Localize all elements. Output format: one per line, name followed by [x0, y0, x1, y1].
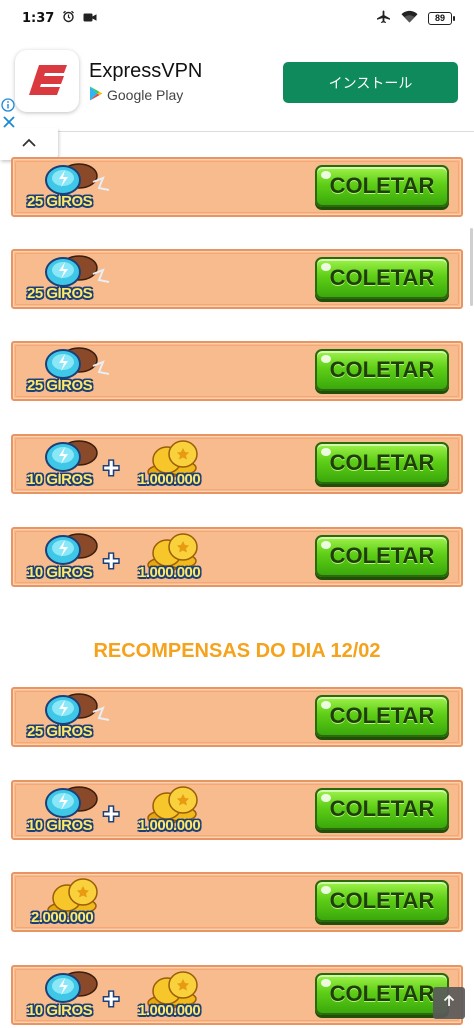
arrow-up-icon: [442, 994, 456, 1013]
reward-row: + 10 GIROS 1.000.000 COLETAR: [11, 965, 463, 1025]
ad-info-icon[interactable]: [1, 98, 15, 112]
plus-icon: +: [103, 452, 120, 483]
collect-button[interactable]: COLETAR: [315, 257, 449, 299]
reward-icons: 25 GIROS: [23, 689, 233, 745]
alarm-icon: [62, 10, 75, 26]
spins-amount: 10 GIROS: [27, 817, 93, 834]
collect-button[interactable]: COLETAR: [315, 442, 449, 484]
collect-button[interactable]: COLETAR: [315, 695, 449, 737]
reward-icons: + 10 GIROS 1.000.000: [23, 967, 233, 1023]
section-heading: RECOMPENSAS DO DIA 12/02: [93, 640, 381, 662]
ad-store: Google Play: [89, 86, 183, 104]
collect-button[interactable]: COLETAR: [315, 165, 449, 207]
reward-row: 25 GIROS COLETAR: [11, 249, 463, 309]
reward-icons: 25 GIROS: [23, 159, 233, 215]
reward-icons: 2.000.000: [23, 874, 233, 930]
scroll-to-top-button[interactable]: [433, 987, 465, 1019]
status-bar: 1:37 89: [0, 0, 474, 36]
ad-collapse-button[interactable]: [0, 128, 58, 160]
ad-banner[interactable]: ExpressVPN Google Play インストール: [0, 38, 474, 130]
status-left: 1:37: [22, 10, 97, 26]
reward-icons: 25 GIROS: [23, 343, 233, 399]
reward-row: 25 GIROS COLETAR: [11, 341, 463, 401]
expressvpn-logo-icon[interactable]: [15, 50, 79, 112]
reward-icons: 25 GIROS: [23, 251, 233, 307]
ad-close-icon[interactable]: [2, 115, 16, 129]
reward-row: 25 GIROS COLETAR: [11, 687, 463, 747]
coins-amount: 1.000.000: [138, 1002, 201, 1019]
google-play-icon: [89, 86, 103, 104]
coins-amount: 1.000.000: [138, 817, 201, 834]
status-right: 89: [376, 10, 455, 26]
collect-button[interactable]: COLETAR: [315, 788, 449, 830]
plus-icon: +: [103, 545, 120, 576]
video-record-icon: [83, 10, 97, 26]
spins-amount: 10 GIROS: [27, 1002, 93, 1019]
ad-install-button[interactable]: インストール: [283, 62, 458, 103]
spins-amount: 10 GIROS: [27, 564, 93, 581]
reward-row: + 10 GIROS 1.000.000 COLETAR: [11, 434, 463, 494]
app-root: 1:37 89 ExpressVPN Google Play インストール 25…: [0, 0, 474, 1028]
reward-icons: + 10 GIROS 1.000.000: [23, 436, 233, 492]
spins-amount: 25 GIROS: [27, 723, 93, 740]
collect-button[interactable]: COLETAR: [315, 973, 449, 1015]
reward-row: 2.000.000 COLETAR: [11, 872, 463, 932]
collect-button[interactable]: COLETAR: [315, 880, 449, 922]
battery-icon: 89: [428, 11, 455, 25]
coins-amount: 1.000.000: [138, 471, 201, 488]
reward-icons: + 10 GIROS 1.000.000: [23, 782, 233, 838]
airplane-mode-icon: [376, 10, 391, 26]
collect-button[interactable]: COLETAR: [315, 349, 449, 391]
spins-amount: 25 GIROS: [27, 193, 93, 210]
plus-icon: +: [103, 798, 120, 829]
coins-amount: 2.000.000: [31, 909, 94, 926]
reward-row: + 10 GIROS 1.000.000 COLETAR: [11, 527, 463, 587]
reward-row: 25 GIROS COLETAR: [11, 157, 463, 217]
spins-amount: 25 GIROS: [27, 377, 93, 394]
ad-store-name: Google Play: [107, 87, 184, 103]
scrollbar[interactable]: [470, 228, 473, 306]
status-time: 1:37: [22, 10, 55, 26]
spins-amount: 25 GIROS: [27, 285, 93, 302]
collect-button[interactable]: COLETAR: [315, 535, 449, 577]
reward-row: + 10 GIROS 1.000.000 COLETAR: [11, 780, 463, 840]
chevron-up-icon: [21, 135, 37, 153]
ad-app-name[interactable]: ExpressVPN: [89, 60, 202, 83]
wifi-icon: [401, 10, 418, 26]
plus-icon: +: [103, 983, 120, 1014]
coins-amount: 1.000.000: [138, 564, 201, 581]
reward-icons: + 10 GIROS 1.000.000: [23, 529, 233, 585]
spins-amount: 10 GIROS: [27, 471, 93, 488]
ad-divider: [58, 131, 474, 132]
